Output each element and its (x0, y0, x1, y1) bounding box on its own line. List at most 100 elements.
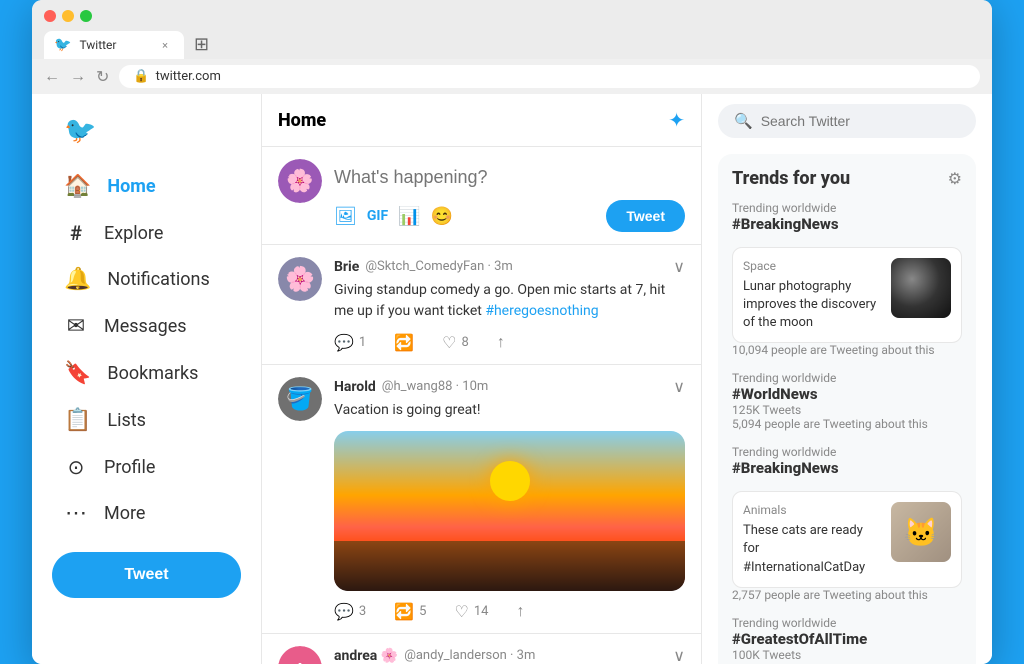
list-icon: 📋 (64, 408, 91, 433)
trends-section: Trends for you ⚙ Trending worldwide #Bre… (718, 154, 976, 664)
trend-item[interactable]: Trending worldwide #BreakingNews (732, 445, 962, 477)
trend-about: 2,757 people are Tweeting about this (732, 588, 962, 602)
trend-card: Animals These cats are ready for #Intern… (732, 491, 962, 587)
minimize-dot[interactable] (62, 10, 74, 22)
search-input[interactable] (761, 113, 960, 129)
sidebar-item-home[interactable]: 🏠 Home (52, 164, 241, 209)
trends-title: Trends for you (732, 168, 850, 189)
tweet-name: Harold (334, 379, 376, 395)
tweet-name: Brie (334, 259, 359, 275)
like-count: 8 (462, 335, 469, 350)
sidebar-item-lists[interactable]: 📋 Lists (52, 398, 241, 443)
feed-header: Home ✦ (262, 94, 701, 147)
trend-count: 100K Tweets (732, 648, 962, 662)
trend-item[interactable]: Trending worldwide #GreatestOfAllTime 10… (732, 616, 962, 664)
compose-tweet-button[interactable]: Tweet (606, 200, 685, 232)
tweet-text: Giving standup comedy a go. Open mic sta… (334, 280, 685, 322)
image-icon[interactable]: 🖼 (334, 206, 357, 227)
reply-action[interactable]: 💬 3 (334, 602, 366, 621)
trend-item[interactable]: Space Lunar photography improves the dis… (732, 247, 962, 357)
like-count: 14 (474, 604, 489, 619)
sidebar-item-profile[interactable]: ⊙ Profile (52, 445, 241, 489)
sidebar-label-notifications: Notifications (107, 269, 209, 290)
trend-card-text: Animals These cats are ready for #Intern… (743, 502, 881, 576)
search-box[interactable]: 🔍 (718, 104, 976, 138)
tweet-button[interactable]: Tweet (52, 552, 241, 598)
sidebar: 🐦 🏠 Home # Explore 🔔 Notifications ✉ Mes… (32, 94, 262, 664)
trend-about: 5,094 people are Tweeting about this (732, 417, 962, 431)
browser-chrome: 🐦 Twitter × ⊞ (32, 0, 992, 59)
address-bar[interactable]: 🔒 twitter.com (119, 65, 980, 88)
share-action[interactable]: ↑ (516, 601, 524, 621)
gif-icon[interactable]: GIF (367, 208, 388, 224)
retweet-icon: 🔁 (394, 333, 414, 352)
poll-icon[interactable]: 📊 (398, 206, 420, 227)
tweet-content: andrea 🌸 @andy_landerson · 3m ∨ How many… (334, 646, 685, 664)
explore-icon: # (64, 221, 88, 245)
heart-icon: ♡ (442, 333, 456, 352)
compose-actions: 🖼 GIF 📊 😊 Tweet (334, 200, 685, 232)
active-tab[interactable]: 🐦 Twitter × (44, 31, 184, 59)
sidebar-label-bookmarks: Bookmarks (107, 363, 198, 384)
back-button[interactable]: ← (44, 68, 60, 86)
trend-hashtag: #WorldNews (732, 385, 962, 403)
tweet-hashtag[interactable]: #heregoesnothing (485, 303, 598, 319)
share-icon: ↑ (497, 332, 505, 352)
bell-icon: 🔔 (64, 267, 91, 292)
profile-icon: ⊙ (64, 455, 88, 479)
tweet-avatar[interactable]: 🪣 (278, 377, 322, 421)
tweet-menu-icon[interactable]: ∨ (673, 377, 685, 396)
trend-item[interactable]: Trending worldwide #BreakingNews (732, 201, 962, 233)
sidebar-item-notifications[interactable]: 🔔 Notifications (52, 257, 241, 302)
tweet-handle: @h_wang88 · 10m (382, 379, 489, 394)
feed-title: Home (278, 110, 326, 131)
like-action[interactable]: ♡ 14 (454, 602, 488, 621)
browser-window: 🐦 Twitter × ⊞ ← → ↻ 🔒 twitter.com 🐦 🏠 Ho… (32, 0, 992, 664)
tweet-handle: @Sktch_ComedyFan · 3m (365, 259, 513, 274)
reply-action[interactable]: 💬 1 (334, 333, 366, 352)
tweet-avatar[interactable]: 🌸 (278, 257, 322, 301)
trend-hashtag: #BreakingNews (732, 459, 962, 477)
share-action[interactable]: ↑ (497, 332, 505, 352)
new-tab-btn[interactable]: ⊞ (184, 30, 219, 59)
tweet-image (334, 431, 685, 591)
retweet-action[interactable]: 🔁 (394, 333, 414, 352)
sidebar-item-bookmarks[interactable]: 🔖 Bookmarks (52, 351, 241, 396)
retweet-count: 5 (419, 604, 426, 619)
close-dot[interactable] (44, 10, 56, 22)
heart-icon: ♡ (454, 602, 468, 621)
settings-icon[interactable]: ⚙ (948, 169, 962, 188)
trend-category: Trending worldwide (732, 616, 962, 630)
tweet-menu-icon[interactable]: ∨ (673, 257, 685, 276)
tweet-avatar[interactable]: A (278, 646, 322, 664)
sidebar-item-messages[interactable]: ✉ Messages (52, 304, 241, 349)
trend-about: 10,094 people are Tweeting about this (732, 343, 962, 357)
emoji-icon[interactable]: 😊 (431, 206, 453, 227)
moon-image (891, 258, 951, 318)
main-feed: Home ✦ 🌸 🖼 GIF 📊 😊 Tweet (262, 94, 702, 664)
refresh-button[interactable]: ↻ (96, 67, 109, 87)
maximize-dot[interactable] (80, 10, 92, 22)
share-icon: ↑ (516, 601, 524, 621)
cat-image: 🐱 (891, 502, 951, 562)
trend-card-text: Space Lunar photography improves the dis… (743, 258, 881, 332)
tweet-content: Harold @h_wang88 · 10m ∨ Vacation is goi… (334, 377, 685, 621)
tweet-user: Brie @Sktch_ComedyFan · 3m (334, 259, 513, 275)
tweet-menu-icon[interactable]: ∨ (673, 646, 685, 664)
sparkle-icon[interactable]: ✦ (668, 108, 685, 132)
sidebar-item-explore[interactable]: # Explore (52, 211, 241, 255)
compose-input[interactable] (334, 159, 685, 196)
trend-card-image (891, 258, 951, 318)
tab-close-btn[interactable]: × (162, 39, 168, 52)
retweet-action[interactable]: 🔁 5 (394, 602, 426, 621)
tweet-item: A andrea 🌸 @andy_landerson · 3m ∨ How ma… (262, 634, 701, 664)
sidebar-label-lists: Lists (107, 410, 146, 431)
trend-item[interactable]: Animals These cats are ready for #Intern… (732, 491, 962, 601)
sidebar-item-more[interactable]: ⋯ More (52, 491, 241, 536)
tweet-header: Brie @Sktch_ComedyFan · 3m ∨ (334, 257, 685, 276)
mail-icon: ✉ (64, 314, 88, 339)
search-icon: 🔍 (734, 112, 753, 130)
like-action[interactable]: ♡ 8 (442, 333, 469, 352)
forward-button[interactable]: → (70, 68, 86, 86)
trend-item[interactable]: Trending worldwide #WorldNews 125K Tweet… (732, 371, 962, 431)
